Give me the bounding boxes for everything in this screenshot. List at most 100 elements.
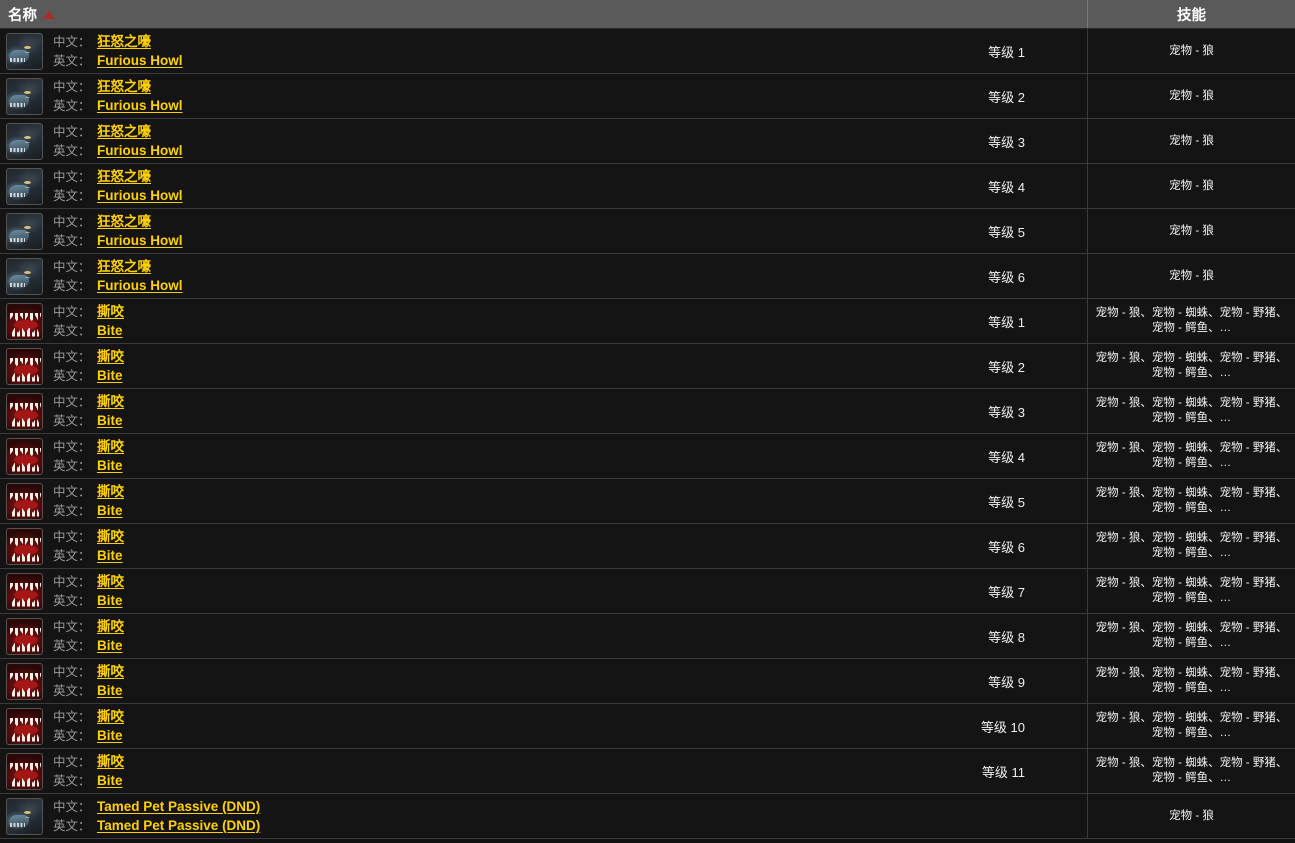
name-en-link[interactable]: Bite — [97, 727, 123, 744]
name-cn-link[interactable]: 狂怒之嚎 — [97, 168, 151, 185]
name-cn-link[interactable]: 狂怒之嚎 — [97, 78, 151, 95]
column-header-skill-label: 技能 — [1177, 7, 1206, 24]
table-row[interactable]: 中文： 撕咬 英文： Bite 等级 3 宠物 - 狼、宠物 - 蜘蛛、宠物 - 野猪、宠… — [0, 389, 1295, 434]
name-line: 中文： 撕咬 — [53, 708, 981, 726]
name-label-english: 英文： — [53, 143, 91, 158]
name-cn-link[interactable]: 撕咬 — [97, 483, 124, 500]
name-line: 英文： Furious Howl — [53, 277, 988, 295]
column-header-skill[interactable]: 技能 — [1088, 0, 1295, 28]
name-cn-link[interactable]: 撕咬 — [97, 303, 124, 320]
bite-maw-icon[interactable] — [6, 707, 43, 745]
table-row[interactable]: 中文： 狂怒之嚎 英文： Furious Howl 等级 5 宠物 - 狼 — [0, 209, 1295, 254]
name-cn-link[interactable]: 撕咬 — [97, 438, 124, 455]
bite-maw-icon[interactable] — [6, 347, 43, 385]
cell-name: 中文： 撕咬 英文： Bite 等级 6 — [0, 524, 1088, 568]
cell-name: 中文： 撕咬 英文： Bite 等级 9 — [0, 659, 1088, 703]
table-row[interactable]: 中文： 狂怒之嚎 英文： Furious Howl 等级 4 宠物 - 狼 — [0, 164, 1295, 209]
name-en-link[interactable]: Bite — [97, 412, 123, 429]
name-cn-link[interactable]: Tamed Pet Passive (DND) — [97, 798, 260, 815]
wolf-teeth-detail-icon — [10, 822, 25, 827]
name-en-link[interactable]: Bite — [97, 547, 123, 564]
name-en-link[interactable]: Furious Howl — [97, 277, 183, 294]
rank-label: 等级 3 — [988, 404, 1025, 420]
name-en-link[interactable]: Bite — [97, 637, 123, 654]
wolf-teeth-detail-icon — [10, 57, 25, 62]
name-label-chinese: 中文： — [53, 124, 91, 139]
table-row[interactable]: 中文： 撕咬 英文： Bite 等级 7 宠物 - 狼、宠物 - 蜘蛛、宠物 - 野猪、宠… — [0, 569, 1295, 614]
maw-detail-icon — [14, 319, 38, 330]
table-row[interactable]: 中文： 狂怒之嚎 英文： Furious Howl 等级 3 宠物 - 狼 — [0, 119, 1295, 164]
name-line: 中文： 狂怒之嚎 — [53, 78, 988, 96]
skill-list-label: 宠物 - 狼、宠物 - 蜘蛛、宠物 - 野猪、宠物 - 鳄鱼、… — [1095, 307, 1288, 334]
table-row[interactable]: 中文： Tamed Pet Passive (DND) 英文： Tamed Pet P… — [0, 794, 1295, 839]
name-en-link[interactable]: Bite — [97, 457, 123, 474]
name-en-link[interactable]: Furious Howl — [97, 232, 183, 249]
column-header-name[interactable]: 名称 — [0, 0, 1088, 28]
name-en-link[interactable]: Bite — [97, 502, 123, 519]
name-cn-link[interactable]: 撕咬 — [97, 393, 124, 410]
bite-maw-icon[interactable] — [6, 617, 43, 655]
name-line: 中文： Tamed Pet Passive (DND) — [53, 798, 1025, 816]
name-block: 中文： 撕咬 英文： Bite — [53, 348, 988, 385]
table-row[interactable]: 中文： 狂怒之嚎 英文： Furious Howl 等级 2 宠物 - 狼 — [0, 74, 1295, 119]
bite-maw-icon[interactable] — [6, 752, 43, 790]
bite-maw-icon[interactable] — [6, 527, 43, 565]
table-row[interactable]: 中文： 撕咬 英文： Bite 等级 6 宠物 - 狼、宠物 - 蜘蛛、宠物 - 野猪、宠… — [0, 524, 1295, 569]
name-en-link[interactable]: Furious Howl — [97, 52, 183, 69]
name-block: 中文： Tamed Pet Passive (DND) 英文： Tamed Pet P… — [53, 798, 1025, 835]
name-en-link[interactable]: Furious Howl — [97, 142, 183, 159]
table-row[interactable]: 中文： 撕咬 英文： Bite 等级 11 宠物 - 狼、宠物 - 蜘蛛、宠物 - 野猪、… — [0, 749, 1295, 794]
wolf-teeth-detail-icon — [10, 192, 25, 197]
name-en-link[interactable]: Bite — [97, 682, 123, 699]
bite-maw-icon[interactable] — [6, 572, 43, 610]
name-cn-link[interactable]: 撕咬 — [97, 348, 124, 365]
name-en-link[interactable]: Furious Howl — [97, 97, 183, 114]
table-row[interactable]: 中文： 撕咬 英文： Bite 等级 8 宠物 - 狼、宠物 - 蜘蛛、宠物 - 野猪、宠… — [0, 614, 1295, 659]
bite-maw-icon[interactable] — [6, 392, 43, 430]
wolf-head-icon[interactable] — [6, 77, 43, 115]
name-en-link[interactable]: Bite — [97, 322, 123, 339]
name-en-link[interactable]: Bite — [97, 772, 123, 789]
name-label-english: 英文： — [53, 503, 91, 518]
table-row[interactable]: 中文： 撕咬 英文： Bite 等级 2 宠物 - 狼、宠物 - 蜘蛛、宠物 - 野猪、宠… — [0, 344, 1295, 389]
table-row[interactable]: 中文： 狂怒之嚎 英文： Furious Howl 等级 1 宠物 - 狼 — [0, 29, 1295, 74]
name-cn-link[interactable]: 狂怒之嚎 — [97, 213, 151, 230]
wolf-head-icon[interactable] — [6, 257, 43, 295]
table-row[interactable]: 中文： 撕咬 英文： Bite 等级 4 宠物 - 狼、宠物 - 蜘蛛、宠物 - 野猪、宠… — [0, 434, 1295, 479]
wolf-head-icon[interactable] — [6, 32, 43, 70]
bite-maw-icon[interactable] — [6, 437, 43, 475]
name-line: 英文： Furious Howl — [53, 187, 988, 205]
skill-list-label: 宠物 - 狼 — [1169, 179, 1214, 192]
bite-maw-icon[interactable] — [6, 662, 43, 700]
name-en-link[interactable]: Bite — [97, 592, 123, 609]
name-en-link[interactable]: Furious Howl — [97, 187, 183, 204]
table-row[interactable]: 中文： 撕咬 英文： Bite 等级 10 宠物 - 狼、宠物 - 蜘蛛、宠物 - 野猪、… — [0, 704, 1295, 749]
sort-ascending-triangle-icon[interactable] — [43, 10, 55, 19]
name-cn-link[interactable]: 撕咬 — [97, 573, 124, 590]
bite-maw-icon[interactable] — [6, 302, 43, 340]
name-cn-link[interactable]: 撕咬 — [97, 753, 124, 770]
bite-maw-icon[interactable] — [6, 482, 43, 520]
skill-list-label: 宠物 - 狼 — [1169, 809, 1214, 822]
wolf-head-icon[interactable] — [6, 797, 43, 835]
name-cn-link[interactable]: 狂怒之嚎 — [97, 33, 151, 50]
name-cn-link[interactable]: 狂怒之嚎 — [97, 123, 151, 140]
name-line: 英文： Bite — [53, 727, 981, 745]
name-cn-link[interactable]: 撕咬 — [97, 663, 124, 680]
wolf-head-icon[interactable] — [6, 167, 43, 205]
table-row[interactable]: 中文： 撕咬 英文： Bite 等级 1 宠物 - 狼、宠物 - 蜘蛛、宠物 - 野猪、宠… — [0, 299, 1295, 344]
name-cn-link[interactable]: 撕咬 — [97, 528, 124, 545]
table-row[interactable]: 中文： 撕咬 英文： Bite 等级 9 宠物 - 狼、宠物 - 蜘蛛、宠物 - 野猪、宠… — [0, 659, 1295, 704]
name-cn-link[interactable]: 撕咬 — [97, 708, 124, 725]
rank-label: 等级 2 — [988, 89, 1025, 105]
maw-detail-icon — [14, 634, 38, 645]
name-en-link[interactable]: Tamed Pet Passive (DND) — [97, 817, 260, 834]
skill-list-label: 宠物 - 狼 — [1169, 134, 1214, 147]
table-row[interactable]: 中文： 撕咬 英文： Bite 等级 5 宠物 - 狼、宠物 - 蜘蛛、宠物 - 野猪、宠… — [0, 479, 1295, 524]
name-cn-link[interactable]: 狂怒之嚎 — [97, 258, 151, 275]
table-row[interactable]: 中文： 狂怒之嚎 英文： Furious Howl 等级 6 宠物 - 狼 — [0, 254, 1295, 299]
wolf-head-icon[interactable] — [6, 122, 43, 160]
name-cn-link[interactable]: 撕咬 — [97, 618, 124, 635]
name-en-link[interactable]: Bite — [97, 367, 123, 384]
wolf-head-icon[interactable] — [6, 212, 43, 250]
